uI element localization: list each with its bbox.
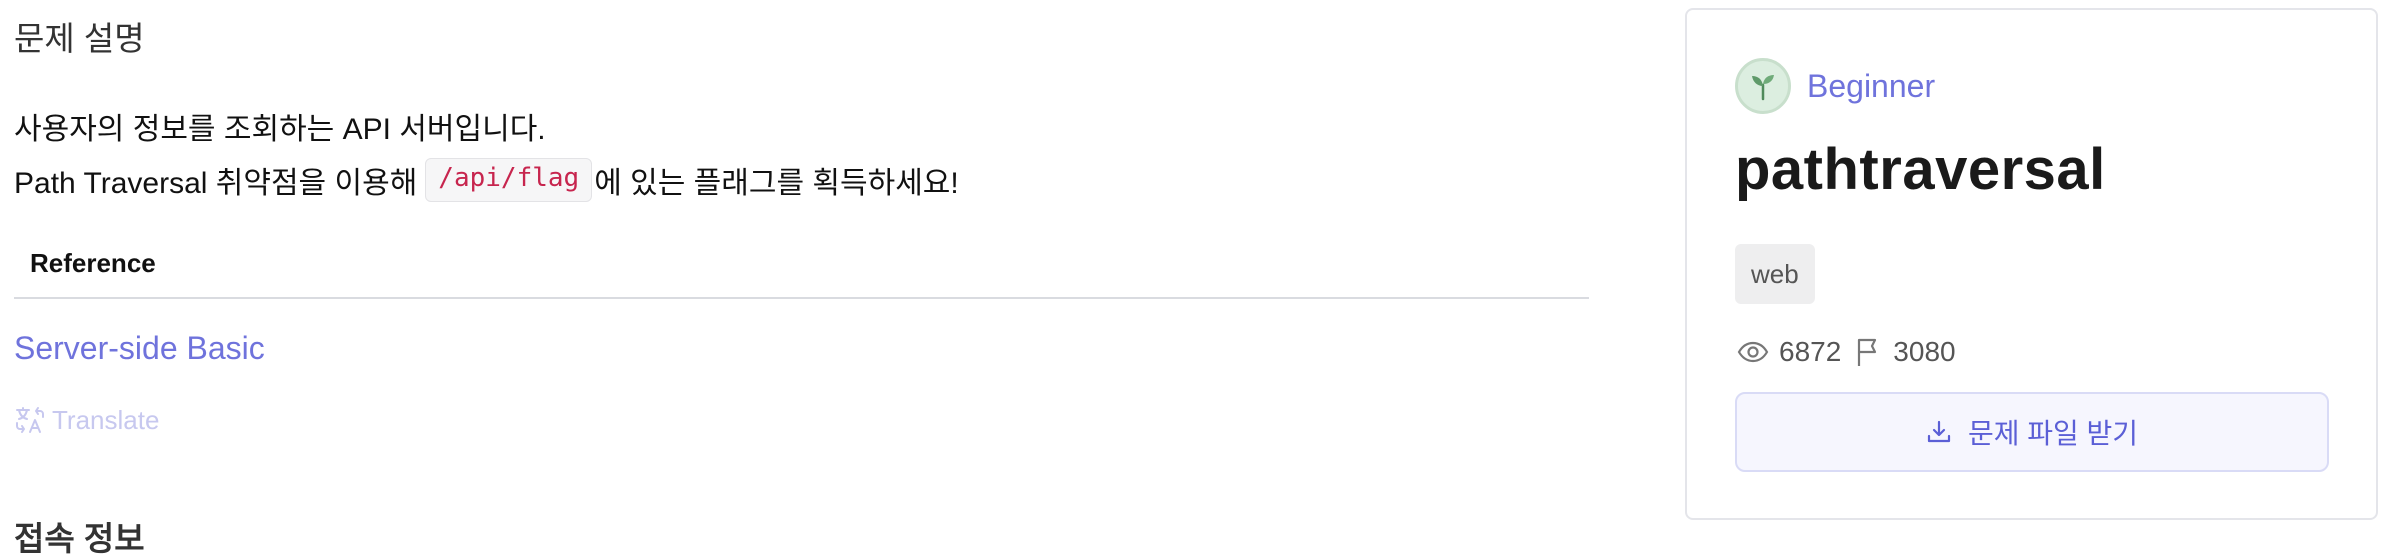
translate-label: Translate	[52, 404, 160, 435]
views-stat: 6872	[1737, 336, 1841, 368]
reference-header-label: Reference	[30, 248, 156, 278]
description-line-1: 사용자의 정보를 조회하는 API 서버입니다.	[14, 113, 546, 146]
description-text-after: 에 있는 플래그를 획득하세요!	[594, 167, 959, 200]
download-files-button[interactable]: 문제 파일 받기	[1735, 392, 2329, 472]
level-indicator: Beginner	[1735, 58, 1935, 114]
flag-path-code: /api/flag	[425, 158, 593, 202]
download-icon	[1927, 420, 1951, 443]
views-count: 6872	[1779, 336, 1842, 367]
sprout-icon	[1735, 58, 1791, 114]
reference-link-server-side-basic[interactable]: Server-side Basic	[14, 330, 265, 367]
challenge-title: pathtraversal	[1735, 137, 2106, 202]
section-title-connection-info: 접속 정보	[14, 520, 145, 557]
translate-icon	[16, 407, 44, 433]
eye-icon	[1737, 341, 1769, 363]
challenge-info-card: Beginner pathtraversal web 6872 3080 문제 …	[1685, 8, 2378, 520]
solves-count: 3080	[1893, 336, 1956, 367]
reference-table-header: Reference	[14, 236, 1589, 299]
flag-icon	[1858, 338, 1877, 366]
tag-web[interactable]: web	[1735, 244, 1815, 304]
translate-button[interactable]: Translate	[14, 404, 159, 436]
level-label: Beginner	[1807, 67, 1936, 104]
download-button-label: 문제 파일 받기	[1967, 418, 2139, 449]
description-text-before: Path Traversal 취약점을 이용해	[14, 167, 418, 200]
solves-stat: 3080	[1855, 336, 1956, 368]
description-line-2: Path Traversal 취약점을 이용해 /api/flag 에 있는 플…	[14, 158, 959, 202]
challenge-stats: 6872 3080	[1737, 336, 1970, 368]
section-title-description: 문제 설명	[14, 20, 145, 57]
